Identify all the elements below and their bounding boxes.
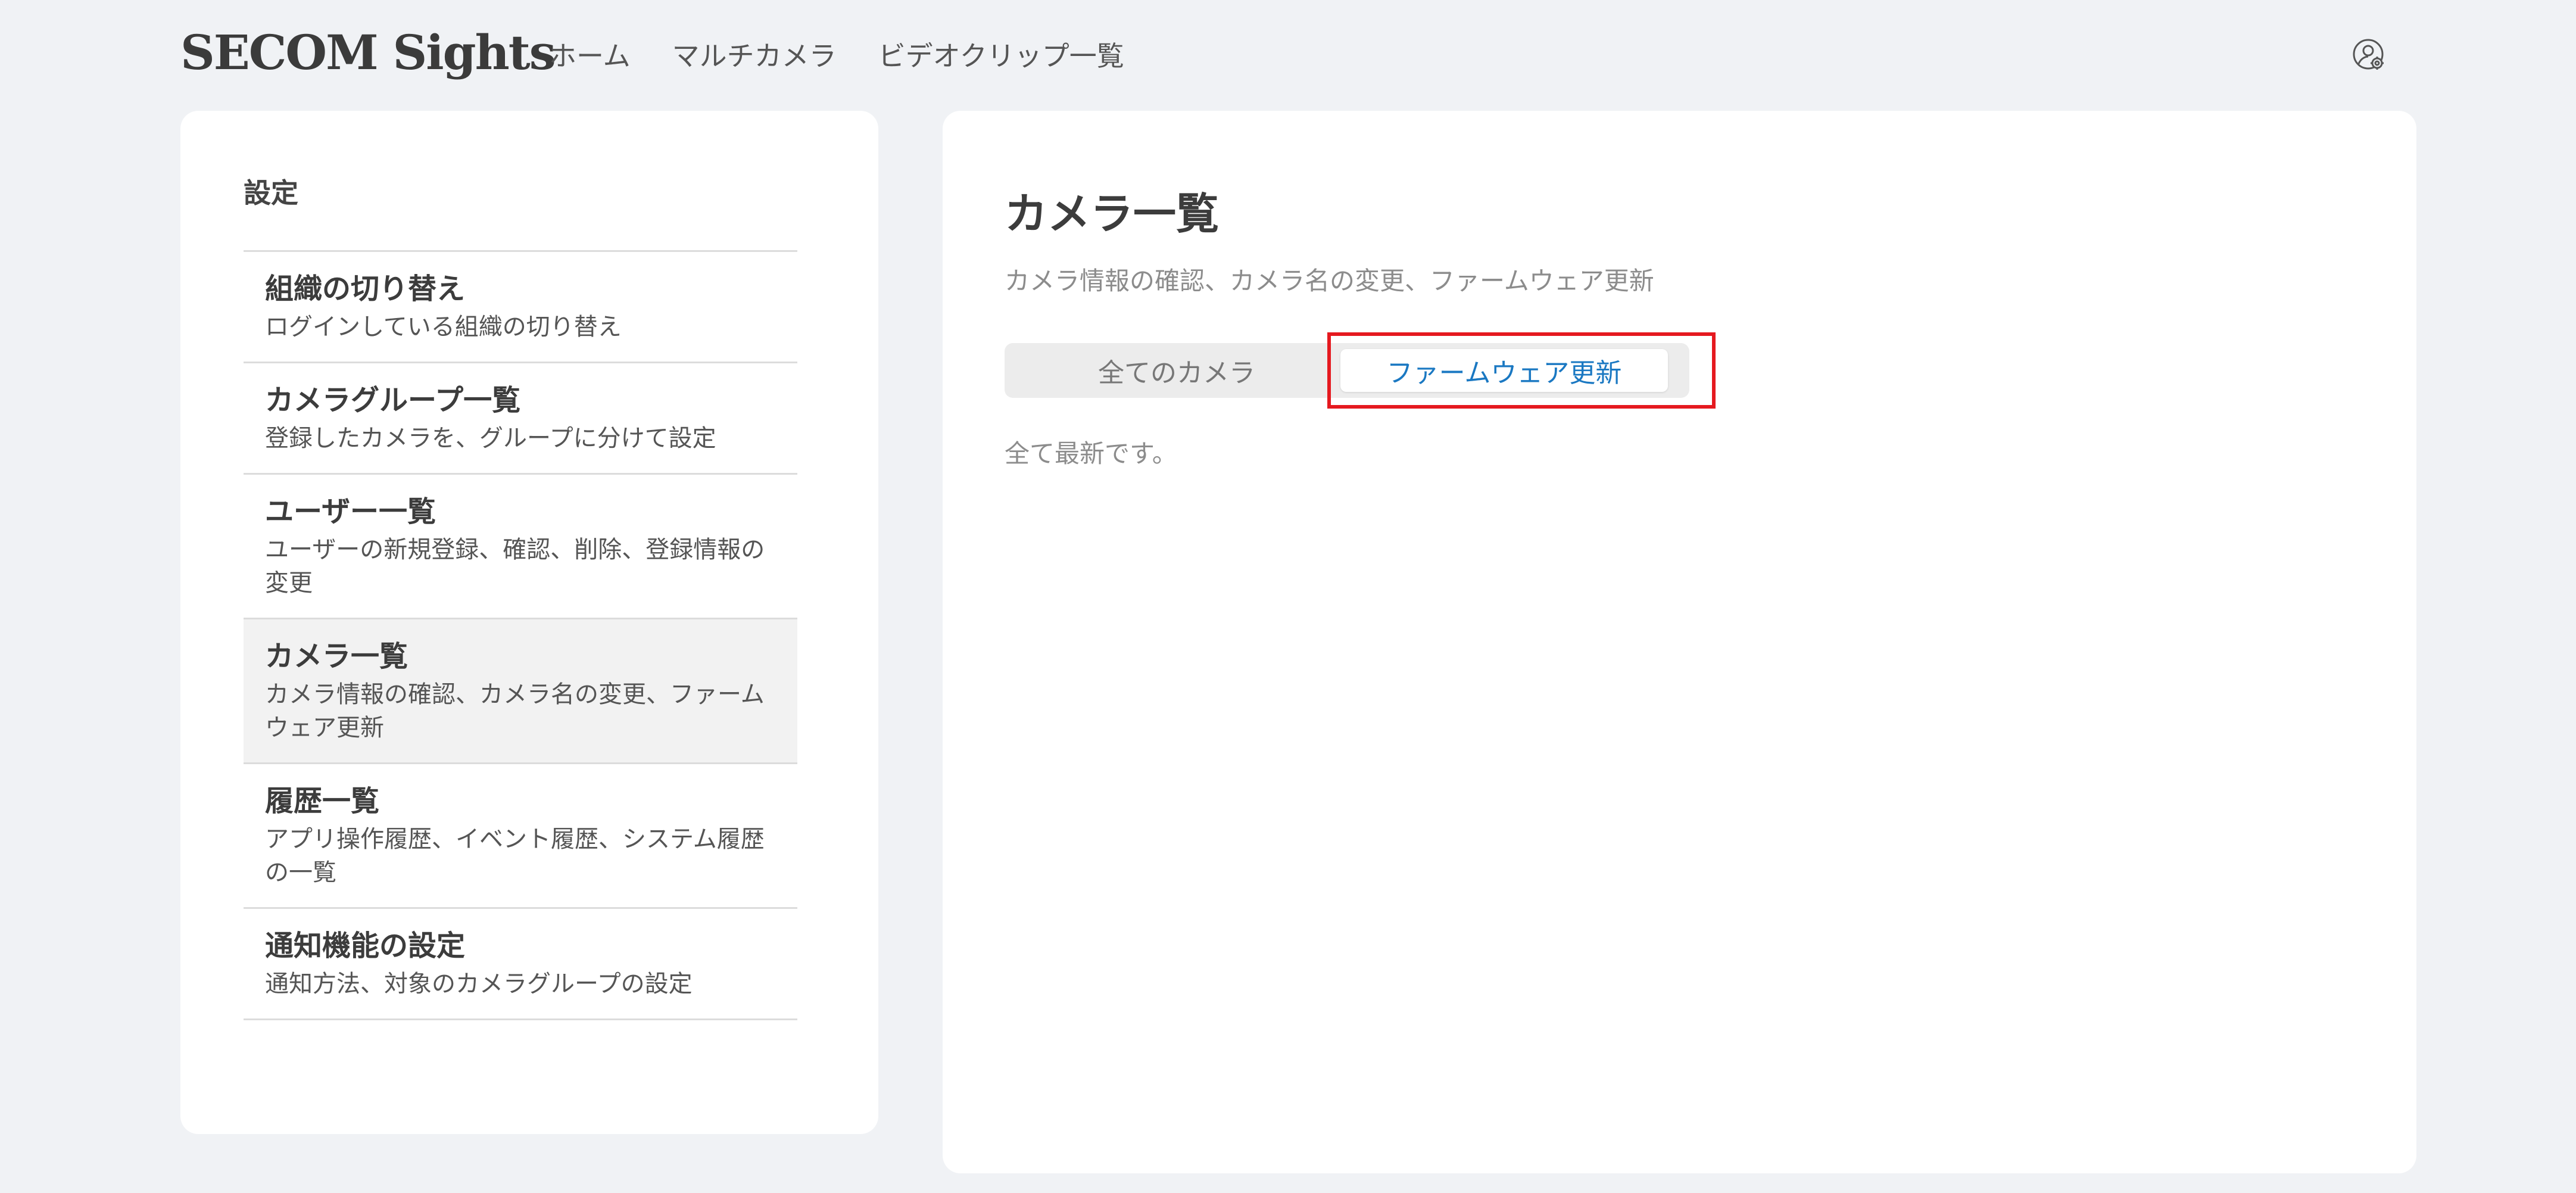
nav-home[interactable]: ホーム — [549, 37, 631, 75]
menu-item-title: カメラグループ一覧 — [265, 385, 521, 416]
menu-item-title: ユーザー一覧 — [265, 496, 436, 528]
sidebar-title: 設定 — [244, 177, 298, 208]
menu-item-title: 履歴一覧 — [265, 786, 380, 817]
menu-item-title: 通知機能の設定 — [265, 930, 466, 962]
menu-item-history[interactable]: 履歴一覧 アプリ操作履歴、イベント履歴、システム履歴の一覧 — [244, 764, 797, 909]
page-description: カメラ情報の確認、カメラ名の変更、ファームウェア更新 — [1005, 267, 1654, 295]
main-nav: ホーム マルチカメラ ビデオクリップ一覧 — [549, 37, 1124, 75]
menu-item-cameras[interactable]: カメラ一覧 カメラ情報の確認、カメラ名の変更、ファームウェア更新 — [244, 619, 797, 764]
nav-multi-camera[interactable]: マルチカメラ — [672, 37, 837, 75]
nav-video-clips[interactable]: ビデオクリップ一覧 — [878, 37, 1124, 75]
menu-item-description: カメラ情報の確認、カメラ名の変更、ファームウェア更新 — [265, 681, 765, 741]
menu-item-description: 通知方法、対象のカメラグループの設定 — [265, 971, 693, 997]
app-logo[interactable]: SECOM Sights — [180, 23, 556, 82]
camera-list-content: カメラ一覧 カメラ情報の確認、カメラ名の変更、ファームウェア更新 全てのカメラ … — [943, 111, 2416, 1173]
menu-item-description: ログインしている組織の切り替え — [265, 314, 622, 340]
page-title: カメラ一覧 — [1005, 191, 1220, 238]
account-settings-icon[interactable] — [2352, 38, 2387, 73]
settings-menu: 組織の切り替え ログインしている組織の切り替え カメラグループ一覧 登録したカメ… — [244, 250, 797, 1020]
camera-tab-switcher: 全てのカメラ ファームウェア更新 — [1005, 343, 1689, 398]
menu-item-camera-groups[interactable]: カメラグループ一覧 登録したカメラを、グループに分けて設定 — [244, 363, 797, 475]
menu-item-users[interactable]: ユーザー一覧 ユーザーの新規登録、確認、削除、登録情報の変更 — [244, 475, 797, 619]
menu-item-notification-settings[interactable]: 通知機能の設定 通知方法、対象のカメラグループの設定 — [244, 909, 797, 1020]
menu-item-title: カメラ一覧 — [265, 641, 408, 672]
menu-item-switch-organization[interactable]: 組織の切り替え ログインしている組織の切り替え — [244, 252, 797, 363]
tab-firmware-update[interactable]: ファームウェア更新 — [1340, 349, 1668, 392]
menu-item-title: 組織の切り替え — [265, 273, 466, 305]
firmware-status-text: 全て最新です。 — [1005, 440, 1177, 468]
tab-all-cameras[interactable]: 全てのカメラ — [1013, 349, 1340, 392]
menu-item-description: アプリ操作履歴、イベント履歴、システム履歴の一覧 — [265, 826, 765, 886]
menu-item-description: ユーザーの新規登録、確認、削除、登録情報の変更 — [265, 537, 765, 596]
menu-item-description: 登録したカメラを、グループに分けて設定 — [265, 425, 716, 451]
settings-sidebar: 設定 組織の切り替え ログインしている組織の切り替え カメラグループ一覧 登録し… — [180, 111, 878, 1134]
